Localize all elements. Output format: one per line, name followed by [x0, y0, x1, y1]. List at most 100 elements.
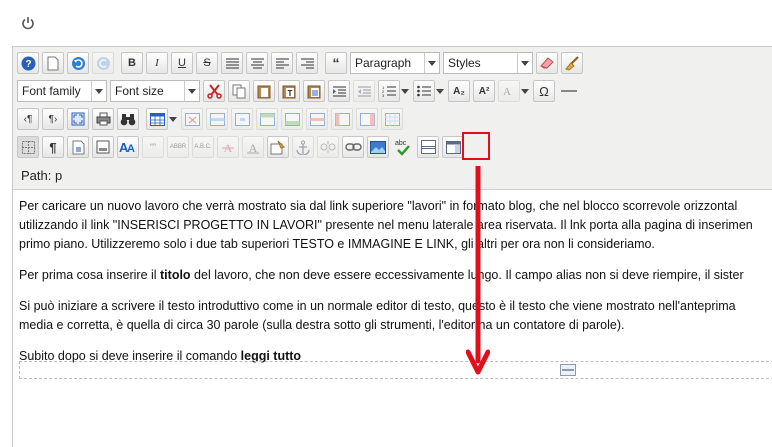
insert-layer-button[interactable] — [92, 136, 114, 158]
row-after-button[interactable] — [281, 108, 303, 130]
text-color-button[interactable]: A — [498, 80, 520, 102]
visual-aid-button[interactable] — [17, 136, 39, 158]
attribs-button[interactable] — [267, 136, 289, 158]
table-cell-icon — [234, 112, 250, 126]
print-button[interactable] — [92, 108, 114, 130]
insert-table-button[interactable] — [146, 108, 168, 130]
omega-icon: Ω — [539, 83, 549, 99]
styleprops-button[interactable]: AA — [117, 136, 139, 158]
col-after-button[interactable] — [356, 108, 378, 130]
numbered-list-button[interactable]: 123 — [378, 80, 400, 102]
editor-content[interactable]: Per caricare un nuovo lavoro che verrà m… — [19, 197, 772, 378]
abbr-button[interactable]: ABBR — [167, 136, 189, 158]
rtl-button[interactable]: ¶› — [42, 108, 64, 130]
blockquote-button[interactable]: “ — [325, 52, 347, 74]
svg-text:A: A — [249, 141, 258, 154]
new-document-icon — [47, 56, 59, 70]
paste-word-button[interactable] — [303, 80, 325, 102]
cell-props-button[interactable] — [231, 108, 253, 130]
table-delete-button[interactable] — [181, 108, 203, 130]
format-select-value: Paragraph — [355, 56, 412, 70]
special-char-button[interactable]: Ω — [533, 80, 555, 102]
underline-button[interactable]: U — [171, 52, 193, 74]
cut-button[interactable] — [203, 80, 225, 102]
superscript-button[interactable]: A² — [473, 80, 495, 102]
align-center-button[interactable] — [246, 52, 268, 74]
col-before-button[interactable] — [331, 108, 353, 130]
acronym-icon: A.B.C. — [194, 144, 212, 150]
indent-button[interactable] — [328, 80, 350, 102]
svg-text:A: A — [503, 86, 511, 98]
binoculars-icon — [120, 113, 136, 125]
ltr-icon: ‹¶ — [23, 113, 33, 125]
redo-icon — [96, 56, 110, 70]
align-center-icon — [250, 58, 264, 68]
search-button[interactable] — [117, 108, 139, 130]
fullscreen-button[interactable] — [67, 108, 89, 130]
remove-format-button[interactable] — [536, 52, 558, 74]
insert-text-button[interactable]: A — [242, 136, 264, 158]
chevron-down-icon[interactable] — [168, 108, 178, 130]
unlink-button[interactable] — [317, 136, 339, 158]
layer-icon — [96, 140, 110, 154]
styles-select[interactable]: Styles — [443, 52, 533, 74]
align-left-button[interactable] — [271, 52, 293, 74]
row-before-button[interactable] — [256, 108, 278, 130]
acronym-button[interactable]: A.B.C. — [192, 136, 214, 158]
chevron-down-icon[interactable] — [435, 80, 445, 102]
unlink-icon — [320, 141, 336, 153]
undo-button[interactable] — [67, 52, 89, 74]
pagebreak-button[interactable] — [442, 136, 464, 158]
svg-text:?: ? — [25, 59, 31, 70]
spellcheck-button[interactable]: abc — [392, 136, 414, 158]
paste-text-icon: T — [282, 85, 296, 98]
font-size-select[interactable]: Font size — [110, 80, 200, 102]
chevron-down-icon[interactable] — [520, 80, 530, 102]
horizontal-rule-button[interactable] — [558, 80, 580, 102]
new-document-button[interactable] — [42, 52, 64, 74]
rtl-icon: ¶› — [48, 113, 58, 125]
font-family-select[interactable]: Font family — [17, 80, 107, 102]
anchor-button[interactable] — [292, 136, 314, 158]
bold-button[interactable]: B — [121, 52, 143, 74]
outdent-button[interactable] — [353, 80, 375, 102]
bullet-list-button[interactable] — [413, 80, 435, 102]
help-button[interactable]: ? — [17, 52, 39, 74]
justify-button[interactable] — [221, 52, 243, 74]
delete-text-button[interactable]: A — [217, 136, 239, 158]
paragraph-icon: ¶ — [49, 139, 57, 155]
cite-button[interactable]: “” — [142, 136, 164, 158]
redo-button[interactable] — [92, 52, 114, 74]
delete-col-button[interactable] — [381, 108, 403, 130]
paste-button[interactable] — [253, 80, 275, 102]
cite-icon: “” — [150, 142, 156, 152]
show-blocks-button[interactable]: ¶ — [42, 136, 64, 158]
copy-button[interactable] — [228, 80, 250, 102]
italic-button[interactable]: I — [146, 52, 168, 74]
readmore-button[interactable] — [417, 136, 439, 158]
paste-text-button[interactable]: T — [278, 80, 300, 102]
chevron-down-icon[interactable] — [400, 80, 410, 102]
readmore-separator[interactable] — [19, 361, 772, 379]
delete-row-button[interactable] — [306, 108, 328, 130]
insert-col-after-icon — [359, 112, 375, 126]
align-right-button[interactable] — [296, 52, 318, 74]
ltr-button[interactable]: ‹¶ — [17, 108, 39, 130]
path-bar: Path: p — [13, 163, 772, 190]
cleanup-button[interactable] — [561, 52, 583, 74]
insert-row-before-icon — [259, 112, 275, 126]
font-size-select-value: Font size — [115, 84, 164, 98]
italic-label: I — [155, 57, 159, 69]
template-button[interactable] — [67, 136, 89, 158]
chevron-down-icon — [91, 81, 106, 101]
delete-row-icon — [309, 112, 325, 126]
subscript-button[interactable]: A₂ — [448, 80, 470, 102]
insert-image-button[interactable] — [367, 136, 389, 158]
link-button[interactable] — [342, 136, 364, 158]
strikethrough-button[interactable]: S — [196, 52, 218, 74]
row-props-button[interactable] — [206, 108, 228, 130]
power-icon[interactable] — [21, 16, 35, 30]
format-select[interactable]: Paragraph — [350, 52, 440, 74]
chevron-down-icon — [517, 53, 532, 73]
image-icon — [370, 140, 386, 154]
